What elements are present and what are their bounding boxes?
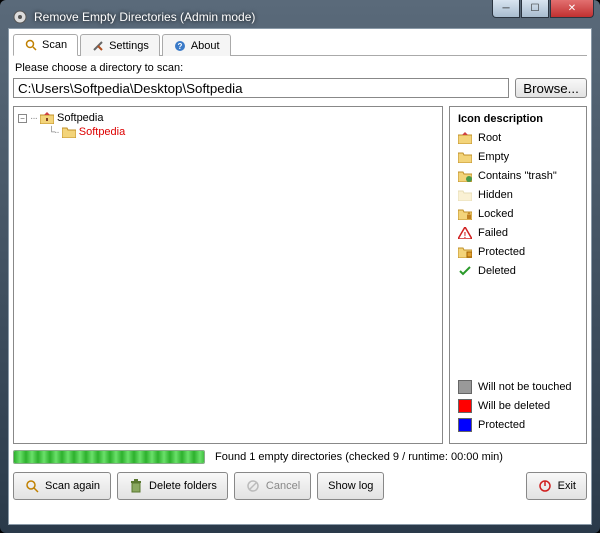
- scan-again-button[interactable]: Scan again: [13, 472, 111, 500]
- cancel-button[interactable]: Cancel: [234, 472, 311, 500]
- home-folder-icon: [458, 131, 472, 145]
- tab-label: Settings: [109, 40, 149, 52]
- legend-color-protected: Protected: [458, 418, 578, 432]
- legend-label: Contains "trash": [478, 170, 557, 182]
- delete-folders-button[interactable]: Delete folders: [117, 472, 228, 500]
- legend-panel: Icon description Root Empty: [449, 106, 587, 444]
- legend-spacer: [458, 283, 578, 380]
- legend-color-deleted: Will be deleted: [458, 399, 578, 413]
- tree-connector: ···: [30, 113, 37, 124]
- window-controls: ─ ☐ ✕: [491, 0, 594, 18]
- button-label: Show log: [328, 480, 373, 492]
- gray-swatch-icon: [458, 380, 472, 394]
- legend-title: Icon description: [458, 113, 578, 125]
- legend-item-locked: Locked: [458, 207, 578, 221]
- svg-text:!: !: [464, 231, 467, 239]
- trash-icon: [128, 478, 144, 494]
- minimize-button[interactable]: ─: [492, 0, 520, 18]
- folder-hidden-icon: [458, 188, 472, 202]
- tree-expander-icon[interactable]: −: [18, 114, 27, 123]
- close-button[interactable]: ✕: [550, 0, 594, 18]
- legend-item-empty: Empty: [458, 150, 578, 164]
- progress-row: Found 1 empty directories (checked 9 / r…: [13, 450, 587, 464]
- magnifier-icon: [24, 38, 38, 52]
- cancel-icon: [245, 478, 261, 494]
- progress-fill: [14, 451, 204, 463]
- legend-item-protected: Protected: [458, 245, 578, 259]
- tab-label: About: [191, 40, 220, 52]
- home-folder-icon: [40, 112, 54, 124]
- legend-label: Root: [478, 132, 501, 144]
- magnifier-icon: [24, 478, 40, 494]
- folder-trash-icon: [458, 169, 472, 183]
- window-frame: Remove Empty Directories (Admin mode) ─ …: [0, 0, 600, 533]
- folder-icon: [62, 126, 76, 138]
- show-log-button[interactable]: Show log: [317, 472, 384, 500]
- legend-label: Protected: [478, 419, 525, 431]
- check-icon: [458, 264, 472, 278]
- legend-label: Failed: [478, 227, 508, 239]
- browse-button[interactable]: Browse...: [515, 78, 587, 98]
- button-label: Delete folders: [149, 480, 217, 492]
- directory-tree[interactable]: − ··· Softpedia └·· Softpedia: [13, 106, 443, 444]
- legend-item-root: Root: [458, 131, 578, 145]
- action-buttons: Scan again Delete folders Cancel Show lo…: [13, 472, 587, 500]
- folder-locked-icon: [458, 207, 472, 221]
- svg-text:?: ?: [177, 42, 182, 51]
- tree-root-row[interactable]: − ··· Softpedia: [18, 111, 438, 125]
- legend-color-untouched: Will not be touched: [458, 380, 578, 394]
- button-label: Cancel: [266, 480, 300, 492]
- legend-label: Hidden: [478, 189, 513, 201]
- tab-label: Scan: [42, 39, 67, 51]
- progress-bar: [13, 450, 205, 464]
- warning-icon: !: [458, 226, 472, 240]
- tab-scan[interactable]: Scan: [13, 34, 78, 56]
- tree-child-label: Softpedia: [79, 126, 125, 138]
- tree-connector: └··: [48, 127, 59, 138]
- maximize-button[interactable]: ☐: [521, 0, 549, 18]
- legend-label: Will be deleted: [478, 400, 550, 412]
- legend-label: Empty: [478, 151, 509, 163]
- button-label: Scan again: [45, 480, 100, 492]
- legend-item-hidden: Hidden: [458, 188, 578, 202]
- tools-icon: [91, 39, 105, 53]
- red-swatch-icon: [458, 399, 472, 413]
- status-text: Found 1 empty directories (checked 9 / r…: [215, 451, 503, 463]
- path-row: Browse...: [13, 78, 587, 98]
- blue-swatch-icon: [458, 418, 472, 432]
- legend-item-deleted: Deleted: [458, 264, 578, 278]
- button-label: Exit: [558, 480, 576, 492]
- exit-button[interactable]: Exit: [526, 472, 587, 500]
- legend-label: Protected: [478, 246, 525, 258]
- main-area: − ··· Softpedia └·· Softpedia Icon descr: [13, 106, 587, 444]
- directory-path-input[interactable]: [13, 78, 509, 98]
- legend-item-failed: ! Failed: [458, 226, 578, 240]
- legend-label: Will not be touched: [478, 381, 572, 393]
- power-icon: [537, 478, 553, 494]
- tree-child-row[interactable]: └·· Softpedia: [48, 125, 438, 139]
- tree-root-label: Softpedia: [57, 112, 103, 124]
- legend-label: Locked: [478, 208, 513, 220]
- tab-about[interactable]: ? About: [162, 34, 231, 56]
- folder-icon: [458, 150, 472, 164]
- legend-label: Deleted: [478, 265, 516, 277]
- tab-strip: Scan Settings ? About: [13, 33, 587, 56]
- window-body: Scan Settings ? About Please choose a di…: [8, 28, 592, 525]
- tab-settings[interactable]: Settings: [80, 34, 160, 56]
- choose-directory-label: Please choose a directory to scan:: [15, 62, 585, 74]
- legend-item-trash: Contains "trash": [458, 169, 578, 183]
- button-spacer: [390, 472, 519, 500]
- folder-protected-icon: [458, 245, 472, 259]
- app-icon: [12, 9, 28, 25]
- help-icon: ?: [173, 39, 187, 53]
